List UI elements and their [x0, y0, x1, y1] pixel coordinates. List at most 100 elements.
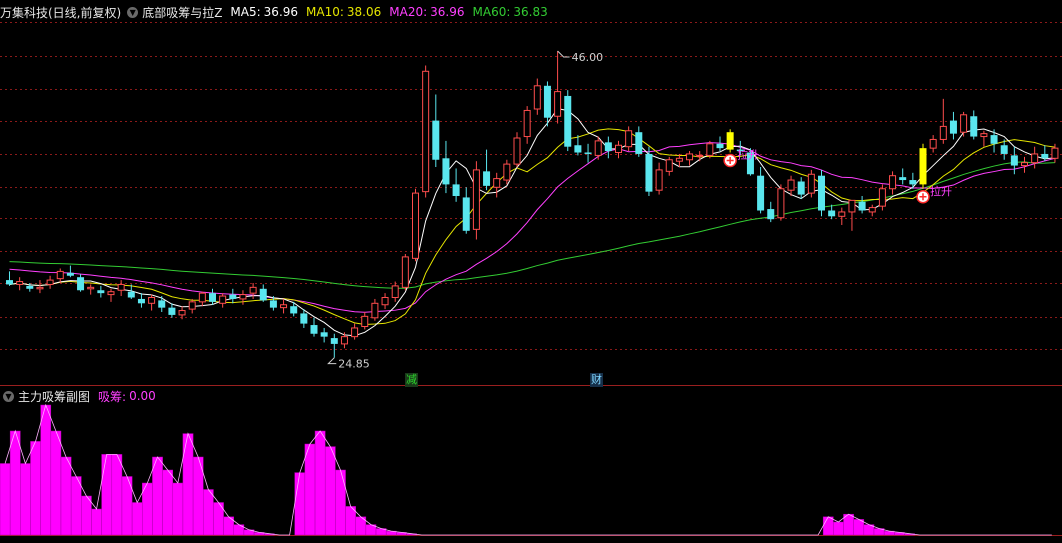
accumulation-bar [81, 495, 92, 536]
candle-body [209, 293, 216, 302]
candle-body [137, 298, 145, 304]
candle-body [554, 91, 562, 117]
candle-body [1031, 153, 1039, 164]
accumulation-bar [203, 489, 214, 536]
candle-body [625, 130, 633, 148]
high-price-label: 46.00 [572, 51, 604, 64]
event-tag-reduction[interactable]: 减 [405, 373, 418, 387]
candle-body [1051, 147, 1059, 159]
sub-chart-header: ▼ 主力吸筹副图 吸筹: 0.00 [0, 386, 156, 406]
candle-body [493, 178, 501, 188]
candle-body [878, 188, 886, 207]
candle-body [97, 290, 105, 294]
candle-body [615, 144, 622, 153]
candle-body [269, 300, 277, 308]
candle-body [899, 177, 907, 181]
candle-body [533, 85, 541, 110]
candle-body [675, 157, 683, 162]
candle-body [686, 153, 694, 161]
candle-body [259, 288, 267, 301]
candle-body [340, 336, 348, 345]
accumulation-bar [70, 476, 82, 536]
accumulation-bar [833, 521, 844, 536]
candle-body [777, 188, 785, 219]
candle-body [391, 285, 399, 298]
candle-body [249, 286, 257, 294]
accumulation-bar [152, 456, 163, 536]
candle-body [868, 207, 876, 213]
candle-body [929, 138, 937, 149]
candle-body [838, 211, 846, 217]
candle-body [828, 210, 836, 217]
candle-body [909, 180, 917, 185]
candle-body [66, 272, 74, 276]
candle-body [462, 197, 470, 231]
candle-body [523, 109, 531, 138]
candle-body [990, 135, 998, 144]
event-tag-finance[interactable]: 财 [590, 373, 603, 387]
candle-body [513, 137, 521, 165]
accumulation-bar [40, 404, 52, 536]
candle-body [107, 291, 115, 296]
candle-body [594, 140, 602, 156]
candle-body [127, 291, 135, 298]
candle-body [949, 120, 957, 134]
accumulation-bar [345, 506, 356, 536]
candle-body [584, 152, 592, 154]
candle-body [310, 325, 318, 334]
candle-body [655, 169, 663, 191]
candle-body [77, 277, 85, 291]
accumulation-bar [172, 482, 184, 536]
sub-series-value: 0.00 [129, 389, 156, 403]
candle-body [574, 145, 582, 153]
sub-indicator-toggle-icon[interactable]: ▼ [3, 390, 14, 402]
candle-body [46, 279, 54, 285]
candle-body [757, 175, 765, 211]
candle-body [635, 132, 643, 154]
sub-panel-title[interactable]: 主力吸筹副图 [18, 388, 90, 405]
candle-body [351, 327, 359, 338]
candle-body [1000, 145, 1008, 154]
candle-body [442, 158, 450, 185]
candle-body [168, 307, 176, 315]
accumulation-bar [182, 433, 194, 536]
candle-body [452, 184, 460, 196]
candle-body [706, 143, 714, 156]
candle-body [422, 70, 430, 193]
candle-body [1021, 162, 1028, 167]
candle-body [290, 306, 298, 314]
accumulation-bar [101, 454, 113, 536]
signal-label: 拉升 [737, 148, 759, 162]
candle-body [330, 338, 338, 344]
accumulation-bar [853, 519, 865, 536]
candle-body [371, 302, 379, 319]
candle-body [198, 292, 206, 303]
accumulation-bar [304, 443, 316, 536]
accumulation-bar [822, 516, 834, 536]
candle-body [361, 315, 369, 328]
candle-body [604, 142, 612, 152]
candle-body [56, 270, 64, 280]
accumulation-bar [142, 482, 153, 536]
accumulation-bar [20, 463, 31, 536]
candle-body [858, 201, 866, 211]
sub-series-label: 吸筹: [98, 389, 127, 404]
candle-body [188, 301, 196, 310]
low-price-label: 24.85 [338, 358, 370, 371]
candle-body [1041, 153, 1049, 159]
candle-body [148, 297, 156, 304]
candle-body [787, 179, 795, 191]
candle-body [26, 285, 34, 289]
candle-body [564, 95, 572, 147]
chart-canvas[interactable]: 46.0024.85拉升拉升 [0, 0, 1062, 543]
candle-body [229, 294, 237, 299]
candle-body [919, 148, 927, 185]
candle-body [300, 313, 308, 324]
candle-body [716, 143, 724, 149]
candle-body [320, 332, 328, 337]
candle-body [939, 125, 947, 140]
candle-body [280, 304, 288, 309]
candle-body [178, 310, 186, 316]
accumulation-bar [111, 454, 123, 536]
candle-body [472, 169, 480, 230]
